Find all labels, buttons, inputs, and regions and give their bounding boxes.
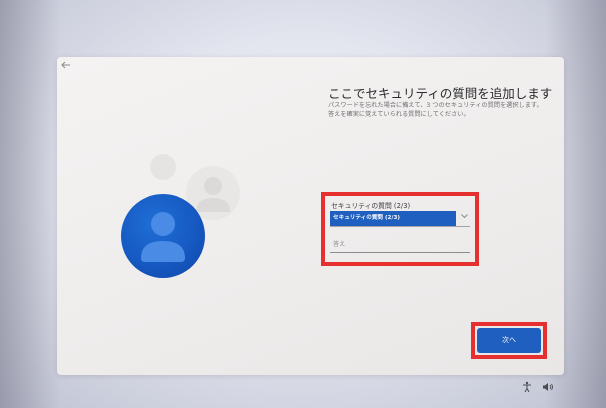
highlight-box-next	[471, 322, 547, 359]
back-arrow-icon[interactable]	[60, 59, 72, 71]
page-title: ここでセキュリティの質問を追加します	[328, 86, 553, 101]
highlight-box-form	[321, 192, 479, 266]
accessibility-icon[interactable]	[521, 378, 533, 393]
page-description: パスワードを忘れた場合に備えて、3 つのセキュリティの質問を選択します。答えを確…	[328, 102, 543, 118]
volume-icon[interactable]	[542, 378, 554, 391]
user-avatar-icon	[121, 194, 205, 278]
avatar-ghost-small	[150, 154, 176, 180]
